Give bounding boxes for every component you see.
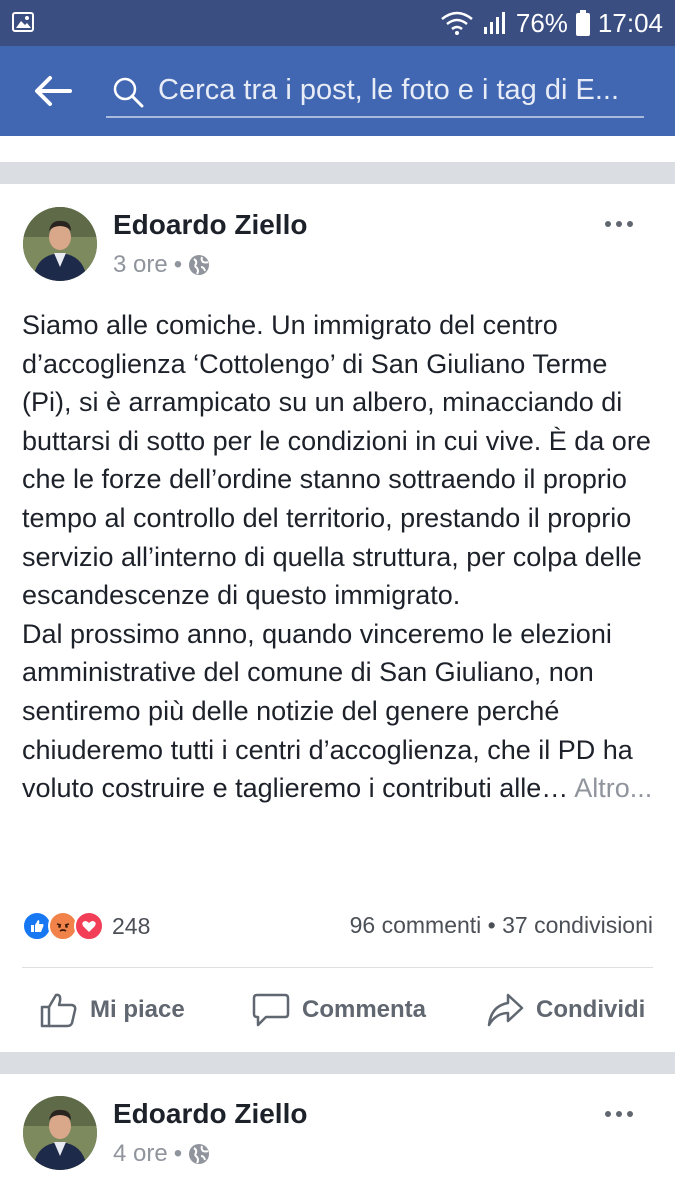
battery-icon <box>575 10 590 36</box>
more-dot-icon <box>616 221 622 227</box>
reactions-summary[interactable]: 248 <box>22 910 150 942</box>
author-avatar-2[interactable] <box>23 1096 97 1170</box>
comment-button[interactable]: Commenta <box>252 985 426 1035</box>
more-dot-icon <box>616 1111 622 1117</box>
thumbs-up-icon <box>40 993 77 1028</box>
back-button[interactable] <box>32 74 72 108</box>
post-paragraph: Siamo alle comiche. Un immigrato del cen… <box>22 310 651 611</box>
actions-divider <box>22 967 653 968</box>
share-label: Condividi <box>536 996 646 1023</box>
clock: 17:04 <box>597 7 663 38</box>
wifi-icon <box>441 11 473 35</box>
status-bar: 76% 17:04 <box>0 0 675 46</box>
reaction-count: 248 <box>112 912 151 939</box>
feed-separator-2 <box>0 1052 675 1074</box>
post-author[interactable]: Edoardo Ziello <box>113 209 307 241</box>
meta-separator: • <box>173 251 183 278</box>
like-label: Mi piace <box>90 996 185 1023</box>
post-stats: 96 commenti • 37 condivisioni <box>350 912 653 939</box>
more-dot-icon <box>627 221 633 227</box>
search-icon <box>113 77 144 108</box>
post-paragraph-text: Dal prossimo anno, quando vinceremo le e… <box>22 618 633 804</box>
post-options-button[interactable] <box>605 214 645 234</box>
stats-separator: • <box>487 912 496 938</box>
search-input[interactable]: Cerca tra i post, le foto e i tag di E..… <box>106 68 644 118</box>
post-time-2[interactable]: 4 ore <box>113 1140 168 1168</box>
comment-icon <box>252 993 290 1027</box>
shares-count[interactable]: 37 condivisioni <box>502 912 653 938</box>
love-reaction-icon <box>74 911 104 941</box>
share-icon <box>487 993 524 1027</box>
post-meta-2: 4 ore • <box>113 1140 210 1168</box>
globe-icon <box>189 1144 210 1164</box>
globe-icon <box>189 255 210 275</box>
avatar-photo <box>23 1096 97 1170</box>
meta-separator: • <box>173 1140 183 1167</box>
arrow-left-icon <box>35 76 72 106</box>
gallery-notification-icon <box>12 12 34 32</box>
more-dot-icon <box>627 1111 633 1117</box>
feed-separator <box>0 162 675 184</box>
post-actions: Mi piace Commenta Condividi <box>0 985 675 1035</box>
post-time[interactable]: 3 ore <box>113 251 168 279</box>
battery-percent: 76% <box>515 7 568 38</box>
app-bar: Cerca tra i post, le foto e i tag di E..… <box>0 46 675 136</box>
avatar-photo <box>23 207 97 281</box>
more-dot-icon <box>605 221 611 227</box>
like-button[interactable]: Mi piace <box>40 985 185 1035</box>
author-avatar[interactable] <box>23 207 97 281</box>
post-author-2[interactable]: Edoardo Ziello <box>113 1098 307 1130</box>
search-placeholder: Cerca tra i post, le foto e i tag di E..… <box>158 74 619 106</box>
post-paragraph-2: Dal prossimo anno, quando vinceremo le e… <box>22 615 662 808</box>
status-icons: 76% 17:04 <box>440 6 663 40</box>
comments-count[interactable]: 96 commenti <box>350 912 482 938</box>
more-dot-icon <box>605 1111 611 1117</box>
post-meta: 3 ore • <box>113 251 210 279</box>
post-options-button-2[interactable] <box>605 1104 645 1124</box>
see-more-link[interactable]: Altro... <box>574 773 652 803</box>
signal-icon <box>483 12 505 34</box>
post-body: Siamo alle comiche. Un immigrato del cen… <box>22 306 662 808</box>
comment-label: Commenta <box>302 996 427 1023</box>
share-button[interactable]: Condividi <box>486 985 645 1035</box>
